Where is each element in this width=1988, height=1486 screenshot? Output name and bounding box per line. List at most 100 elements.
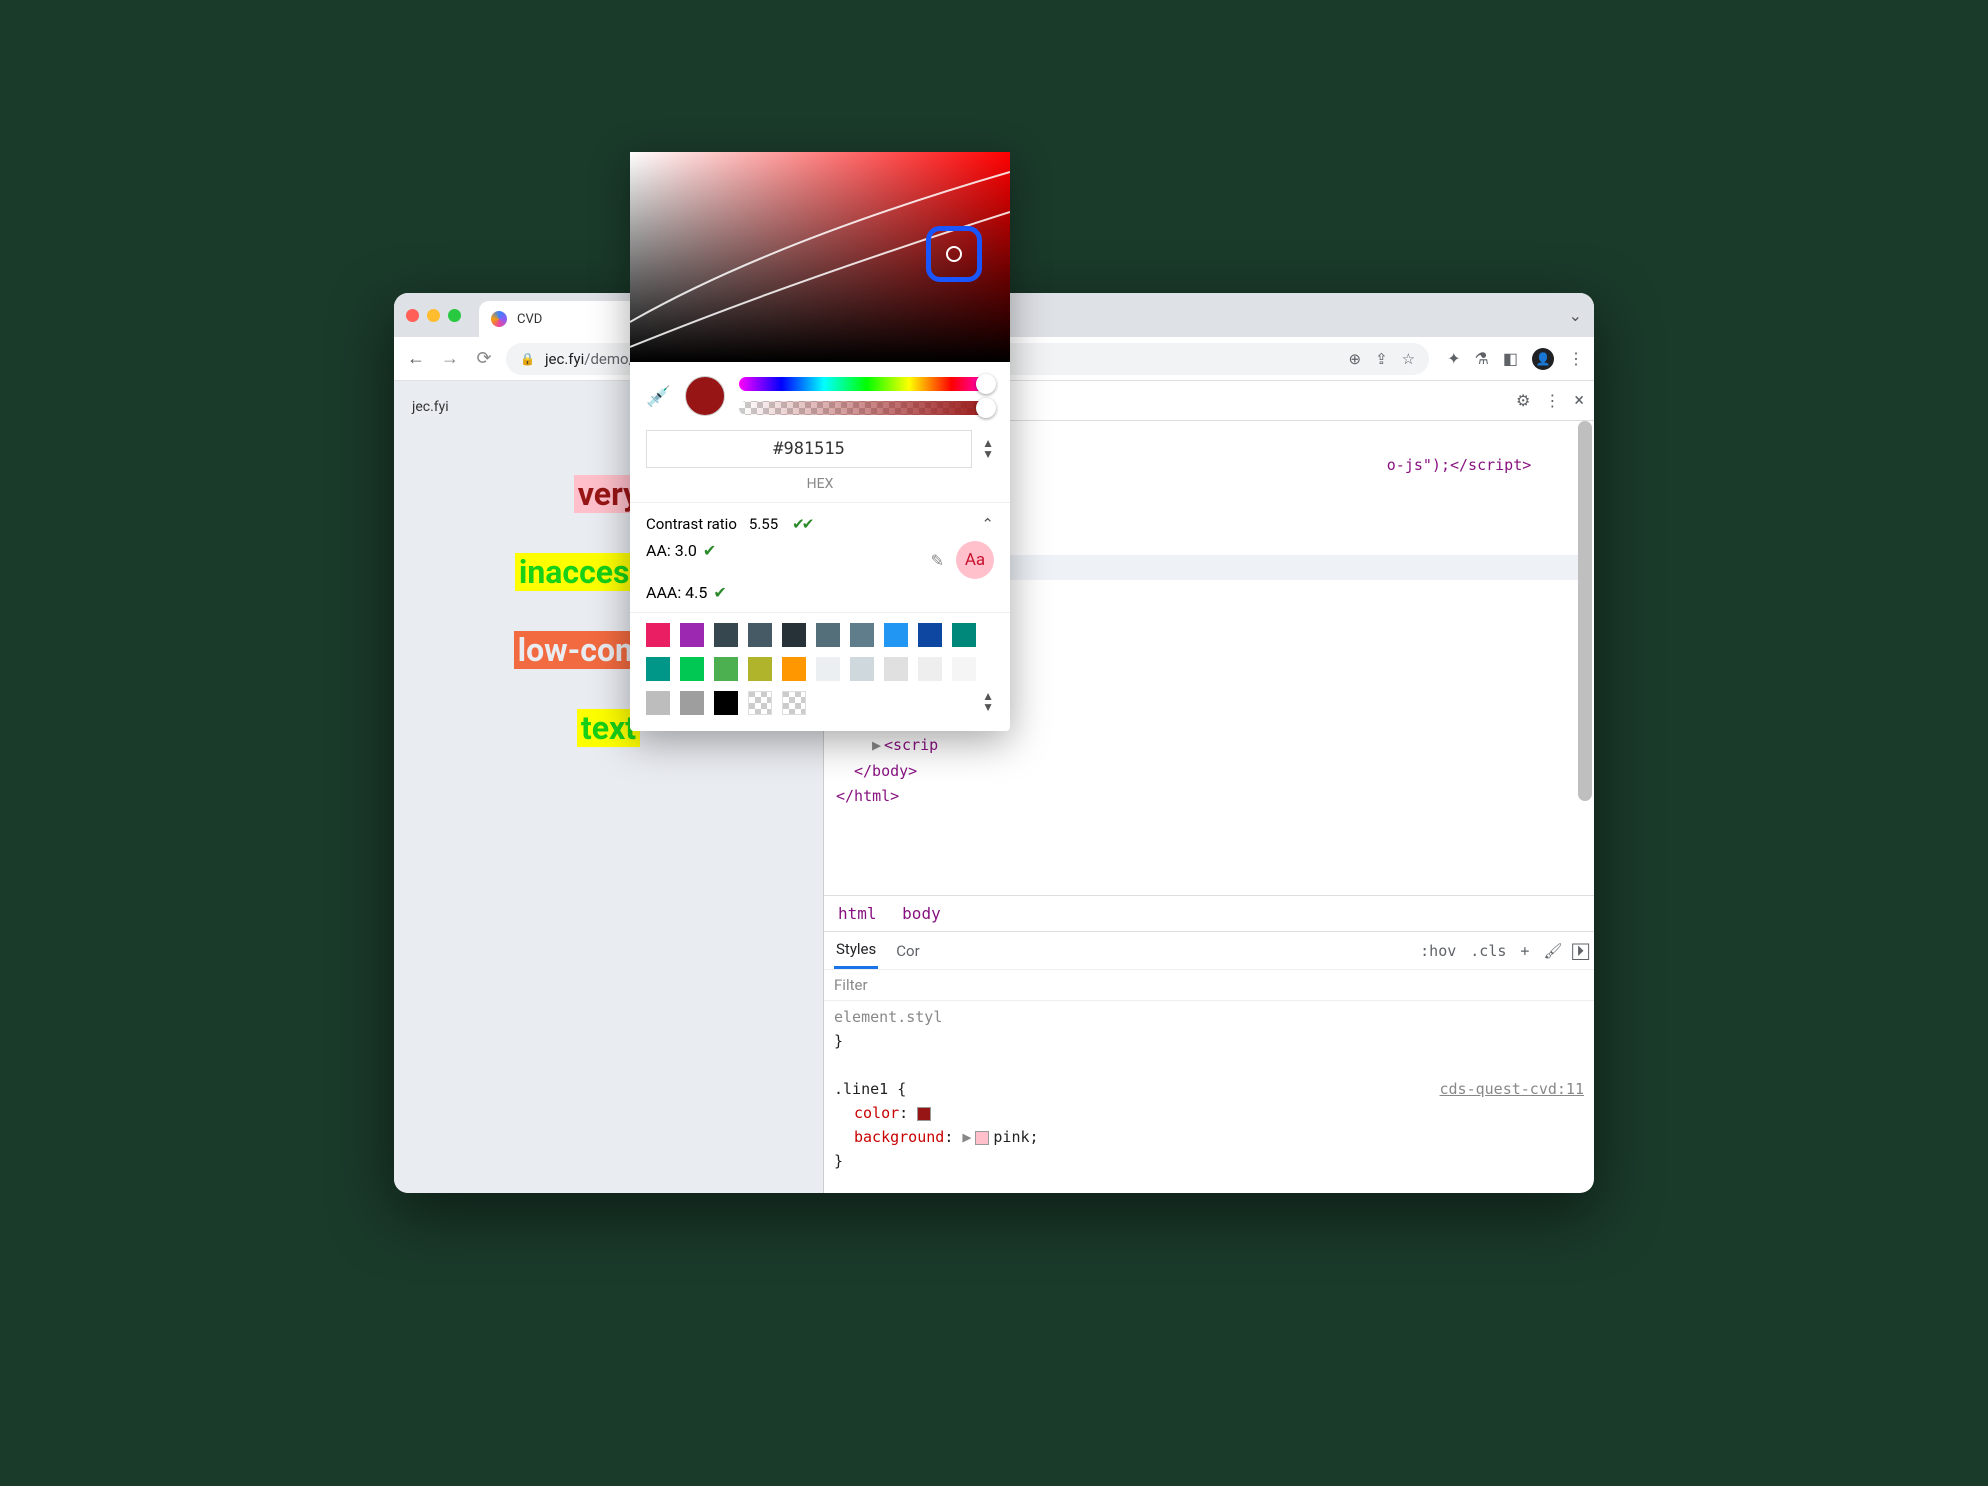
bookmark-icon[interactable]: ☆ xyxy=(1402,350,1415,368)
palette-swatch[interactable] xyxy=(918,657,942,681)
palette-swatch[interactable] xyxy=(884,623,908,647)
tab-computed[interactable]: Cor xyxy=(896,942,919,960)
rule-close: } xyxy=(834,1149,1584,1173)
dom-text: o-js");</scrip xyxy=(1387,456,1513,474)
twisty-icon[interactable]: ▶ xyxy=(872,733,884,759)
palette-swatch[interactable] xyxy=(680,623,704,647)
contrast-label: Contrast ratio xyxy=(646,515,737,533)
palette: ▲▼ xyxy=(630,613,1010,731)
format-stepper[interactable]: ▲▼ xyxy=(982,438,994,460)
color-picker-popover: 💉 ▲▼ HEX Contrast ratio 5.55 ✔✔ ⌃ xyxy=(630,293,1010,731)
window-zoom-icon[interactable] xyxy=(448,309,461,322)
profile-avatar[interactable]: 👤 xyxy=(1532,348,1554,370)
palette-swatch[interactable] xyxy=(884,657,908,681)
labs-icon[interactable]: ⚗ xyxy=(1475,349,1489,368)
extensions-icon[interactable]: ✦ xyxy=(1447,349,1460,368)
palette-swatch[interactable] xyxy=(748,691,772,715)
pick-bg-eyedropper-icon[interactable]: ✎ xyxy=(931,551,944,570)
cls-button[interactable]: .cls xyxy=(1470,942,1506,960)
dom-text: t> xyxy=(1513,456,1531,474)
url-host: jec.fyi xyxy=(545,350,584,368)
css-prop-background[interactable]: background xyxy=(854,1128,944,1146)
slider-thumb[interactable] xyxy=(976,374,996,394)
breadcrumb-item[interactable]: body xyxy=(902,904,941,923)
check-icon: ✔ xyxy=(713,583,726,602)
palette-swatch[interactable] xyxy=(714,691,738,715)
styles-filter[interactable]: Filter xyxy=(824,969,1594,1001)
palette-swatch[interactable] xyxy=(952,657,976,681)
forward-button[interactable]: → xyxy=(438,348,462,369)
dom-breadcrumb[interactable]: html body xyxy=(824,895,1594,931)
palette-swatch[interactable] xyxy=(646,657,670,681)
aaa-label: AAA: 4.5 xyxy=(646,583,707,602)
tab-styles[interactable]: Styles xyxy=(834,932,878,969)
styles-panel-tabs: Styles Cor :hov .cls + 🖌 ⏵⃞ xyxy=(824,931,1594,969)
more-menu-icon[interactable]: ⋮ xyxy=(1544,391,1560,410)
dom-node[interactable]: </html> xyxy=(836,787,899,805)
new-rule-button[interactable]: + xyxy=(1520,942,1529,960)
spectrum-field[interactable] xyxy=(630,293,1010,362)
palette-swatch[interactable] xyxy=(748,657,772,681)
css-prop-color[interactable]: color xyxy=(854,1104,899,1122)
palette-swatch[interactable] xyxy=(782,623,806,647)
double-check-icon: ✔✔ xyxy=(792,515,811,533)
palette-swatch[interactable] xyxy=(816,623,840,647)
rule-source-link[interactable]: cds-quest-cvd:11 xyxy=(1440,1077,1585,1101)
sidepanel-icon[interactable]: ◧ xyxy=(1503,349,1518,368)
palette-swatch[interactable] xyxy=(816,657,840,681)
palette-swatch[interactable] xyxy=(850,657,874,681)
twisty-icon[interactable]: ▶ xyxy=(962,1128,971,1146)
reload-button[interactable]: ⟳ xyxy=(472,348,496,369)
alpha-slider[interactable] xyxy=(739,401,994,415)
breadcrumb-item[interactable]: html xyxy=(838,904,877,923)
scrollbar[interactable] xyxy=(1578,421,1592,801)
tabs-overflow-icon[interactable]: ⌄ xyxy=(1569,306,1582,325)
hex-label: HEX xyxy=(630,476,1010,502)
settings-gear-icon[interactable]: ⚙ xyxy=(1516,391,1530,410)
collapse-icon[interactable]: ⌃ xyxy=(981,515,994,533)
color-swatch[interactable] xyxy=(975,1131,989,1145)
aa-label: AA: 3.0 xyxy=(646,541,697,560)
palette-swatch[interactable] xyxy=(918,623,942,647)
palette-swatch[interactable] xyxy=(850,623,874,647)
palette-swatch[interactable] xyxy=(952,623,976,647)
back-button[interactable]: ← xyxy=(404,348,428,369)
styles-pane[interactable]: element.styl } cds-quest-cvd:11 .line1 {… xyxy=(824,1001,1594,1193)
dom-node[interactable]: </body> xyxy=(854,762,917,780)
filter-placeholder: Filter xyxy=(834,976,868,994)
share-icon[interactable]: ⇪ xyxy=(1375,350,1388,368)
palette-swatch[interactable] xyxy=(680,657,704,681)
devtools-close-icon[interactable]: × xyxy=(1574,390,1584,411)
hover-states-button[interactable]: :hov xyxy=(1420,942,1456,960)
css-value[interactable]: pink xyxy=(993,1128,1029,1146)
traffic-lights xyxy=(406,309,461,322)
palette-swatch[interactable] xyxy=(782,691,806,715)
palette-stepper[interactable]: ▲▼ xyxy=(982,691,994,713)
paint-icon[interactable]: 🖌 xyxy=(1543,942,1562,960)
palette-swatch[interactable] xyxy=(748,623,772,647)
contrast-sample-badge: Aa xyxy=(956,541,994,579)
slider-thumb[interactable] xyxy=(976,398,996,418)
toggle-sidebar-icon[interactable]: ⏵⃞ xyxy=(1576,942,1584,960)
browser-window: CVD × + ⌄ ← → ⟳ 🔒 jec.fyi/demo/cds-quest… xyxy=(394,293,1594,1193)
contrast-curve-icon xyxy=(630,293,1010,362)
palette-swatch[interactable] xyxy=(782,657,806,681)
hue-slider[interactable] xyxy=(739,377,994,391)
palette-swatch[interactable] xyxy=(680,691,704,715)
eyedropper-icon[interactable]: 💉 xyxy=(646,384,671,408)
zoom-icon[interactable]: ⊕ xyxy=(1349,350,1362,368)
dom-node[interactable]: <scrip xyxy=(884,736,938,754)
contrast-section: Contrast ratio 5.55 ✔✔ ⌃ ✎ Aa AA: 3.0✔ A… xyxy=(630,503,1010,612)
kebab-menu-icon[interactable]: ⋮ xyxy=(1568,349,1584,368)
hex-input[interactable] xyxy=(646,430,972,468)
color-swatch[interactable] xyxy=(917,1107,931,1121)
window-minimize-icon[interactable] xyxy=(427,309,440,322)
palette-swatch[interactable] xyxy=(646,691,670,715)
palette-swatch[interactable] xyxy=(646,623,670,647)
palette-swatch[interactable] xyxy=(714,623,738,647)
check-icon: ✔ xyxy=(703,541,716,560)
current-color-swatch xyxy=(685,376,725,416)
palette-swatch[interactable] xyxy=(714,657,738,681)
window-close-icon[interactable] xyxy=(406,309,419,322)
lock-icon[interactable]: 🔒 xyxy=(520,352,535,366)
